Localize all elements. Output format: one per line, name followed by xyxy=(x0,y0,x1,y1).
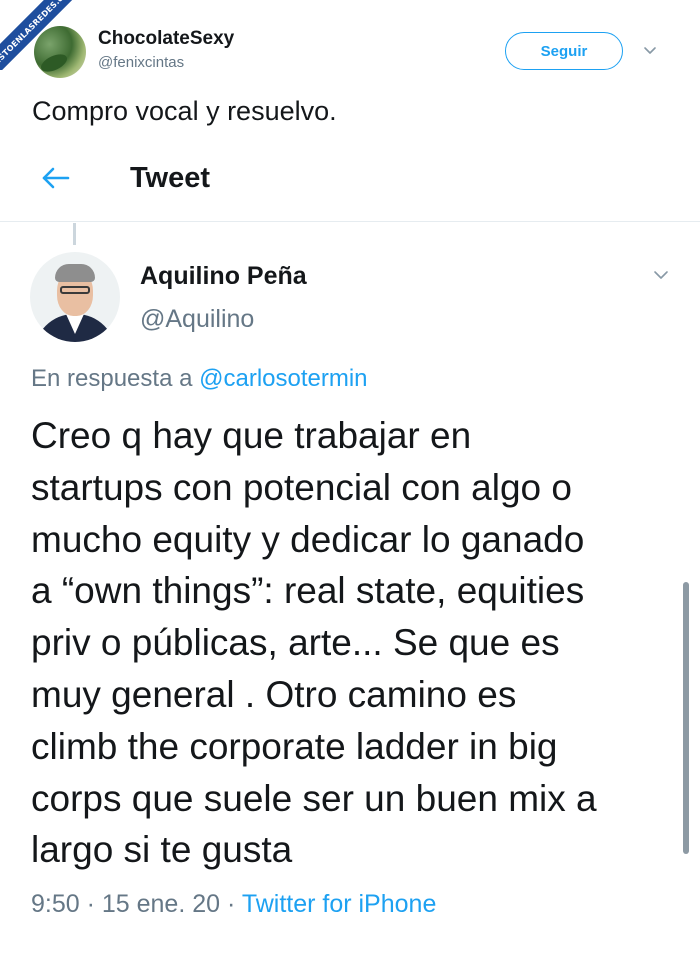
tweet-source-link[interactable]: Twitter for iPhone xyxy=(242,890,437,918)
chevron-down-icon[interactable] xyxy=(651,268,671,284)
watermark-ribbon: VISTOENLASREDES.com xyxy=(0,0,90,70)
outer-author-name[interactable]: ChocolateSexy xyxy=(98,28,234,50)
reply-context: En respuesta a @carlosotermin xyxy=(31,365,368,393)
chevron-down-icon[interactable] xyxy=(641,44,659,58)
watermark-text: VISTOENLASREDES.com xyxy=(0,0,75,69)
thread-connector xyxy=(73,223,76,245)
avatar[interactable] xyxy=(30,252,120,342)
reply-prefix: En respuesta a xyxy=(31,365,200,392)
reply-mention-link[interactable]: @carlosotermin xyxy=(199,365,367,392)
inner-author-handle[interactable]: @Aquilino xyxy=(140,305,254,334)
outer-tweet: ChocolateSexy @fenixcintas Seguir Compro… xyxy=(0,0,700,222)
inner-author-name[interactable]: Aquilino Peña xyxy=(140,262,307,291)
tweet-body: Creo q hay que trabajar en startups con … xyxy=(31,415,597,871)
outer-tweet-text: Compro vocal y resuelvo. xyxy=(32,96,337,126)
follow-button[interactable]: Seguir xyxy=(505,32,623,70)
scrollbar[interactable] xyxy=(683,582,689,854)
page-title: Tweet xyxy=(130,162,211,194)
tweet-meta: 9:50 · 15 ene. 20 · Twitter for iPhone xyxy=(31,890,436,919)
outer-author-handle[interactable]: @fenixcintas xyxy=(98,54,184,71)
arrow-left-icon[interactable] xyxy=(40,164,72,192)
tweet-timestamp[interactable]: 9:50 · 15 ene. 20 · xyxy=(31,890,242,918)
